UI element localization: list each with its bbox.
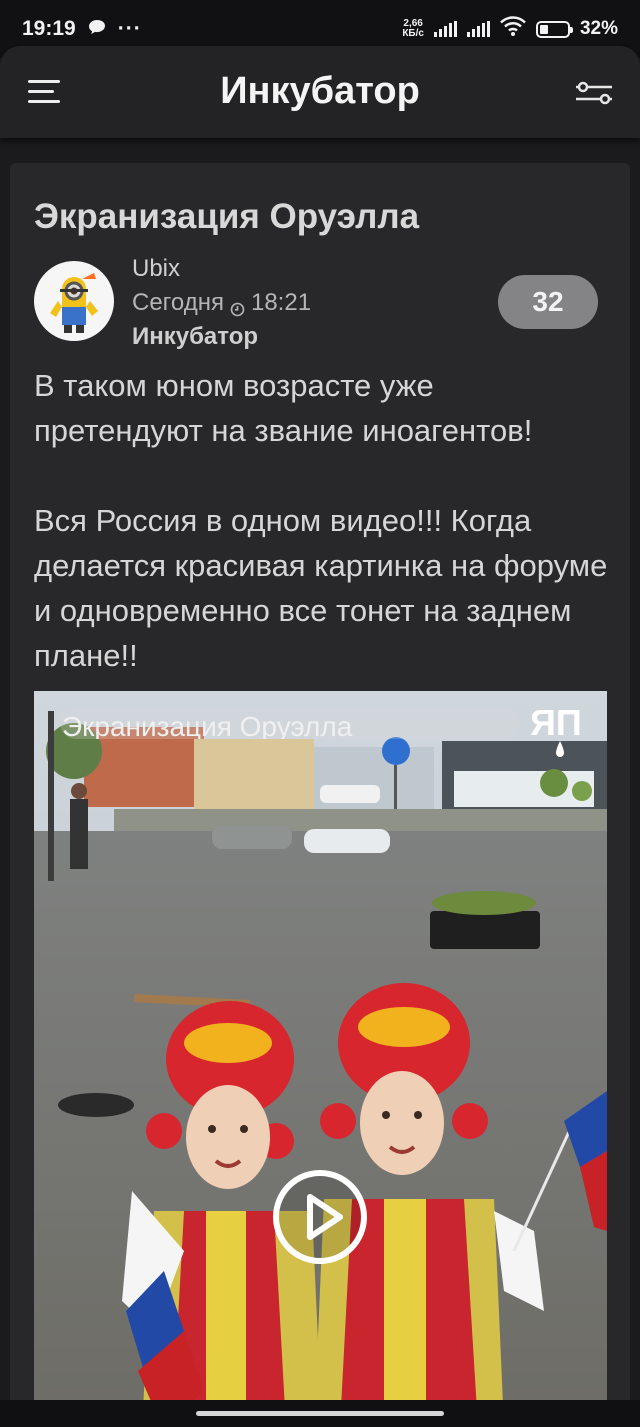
post-time-value: 18:21 — [250, 289, 312, 316]
community-link[interactable]: Инкубатор — [132, 323, 258, 351]
post-paragraph: Вся Россия в одном видео!!! Когда делает… — [34, 503, 608, 673]
video-thumbnail — [34, 691, 607, 1427]
clock-icon — [230, 296, 245, 316]
post-body: В таком юном возрасте уже претендуют на … — [34, 363, 609, 723]
author-name[interactable]: Ubix — [132, 255, 180, 283]
post-date: Сегодня — [132, 289, 224, 316]
page-title: Инкубатор — [220, 70, 420, 112]
network-speed: 2,66 КБ/с — [402, 18, 424, 39]
post-card: Экранизация Оруэлла Ubix Сегодня 18:21 И… — [10, 163, 630, 1427]
video-player[interactable]: Экранизация Оруэлла ЯП — [34, 691, 607, 1427]
home-indicator[interactable] — [196, 1411, 444, 1416]
rating-badge[interactable]: 32 — [498, 275, 598, 329]
wifi-icon — [500, 16, 526, 42]
svg-text:ЯП: ЯП — [530, 702, 582, 743]
post-time: Сегодня 18:21 — [132, 289, 311, 317]
more-notifications-icon: ··· — [117, 17, 142, 40]
battery-percent: 32% — [579, 18, 618, 39]
avatar[interactable] — [34, 261, 114, 341]
signal-2-icon — [466, 21, 490, 37]
yap-watermark-logo: ЯП — [530, 701, 594, 757]
signal-1-icon — [433, 21, 457, 37]
post-paragraph: В таком юном возрасте уже претендуют на … — [34, 368, 533, 448]
status-time: 19:19 — [22, 17, 76, 40]
video-overlay-title: Экранизация Оруэлла — [60, 707, 520, 739]
post-title[interactable]: Экранизация Оруэлла — [34, 197, 419, 237]
app-header: Инкубатор — [0, 46, 640, 138]
battery-icon — [535, 20, 573, 38]
filter-sliders-icon[interactable] — [574, 78, 614, 108]
play-icon[interactable] — [272, 1169, 368, 1265]
chat-notification-icon — [88, 17, 106, 41]
